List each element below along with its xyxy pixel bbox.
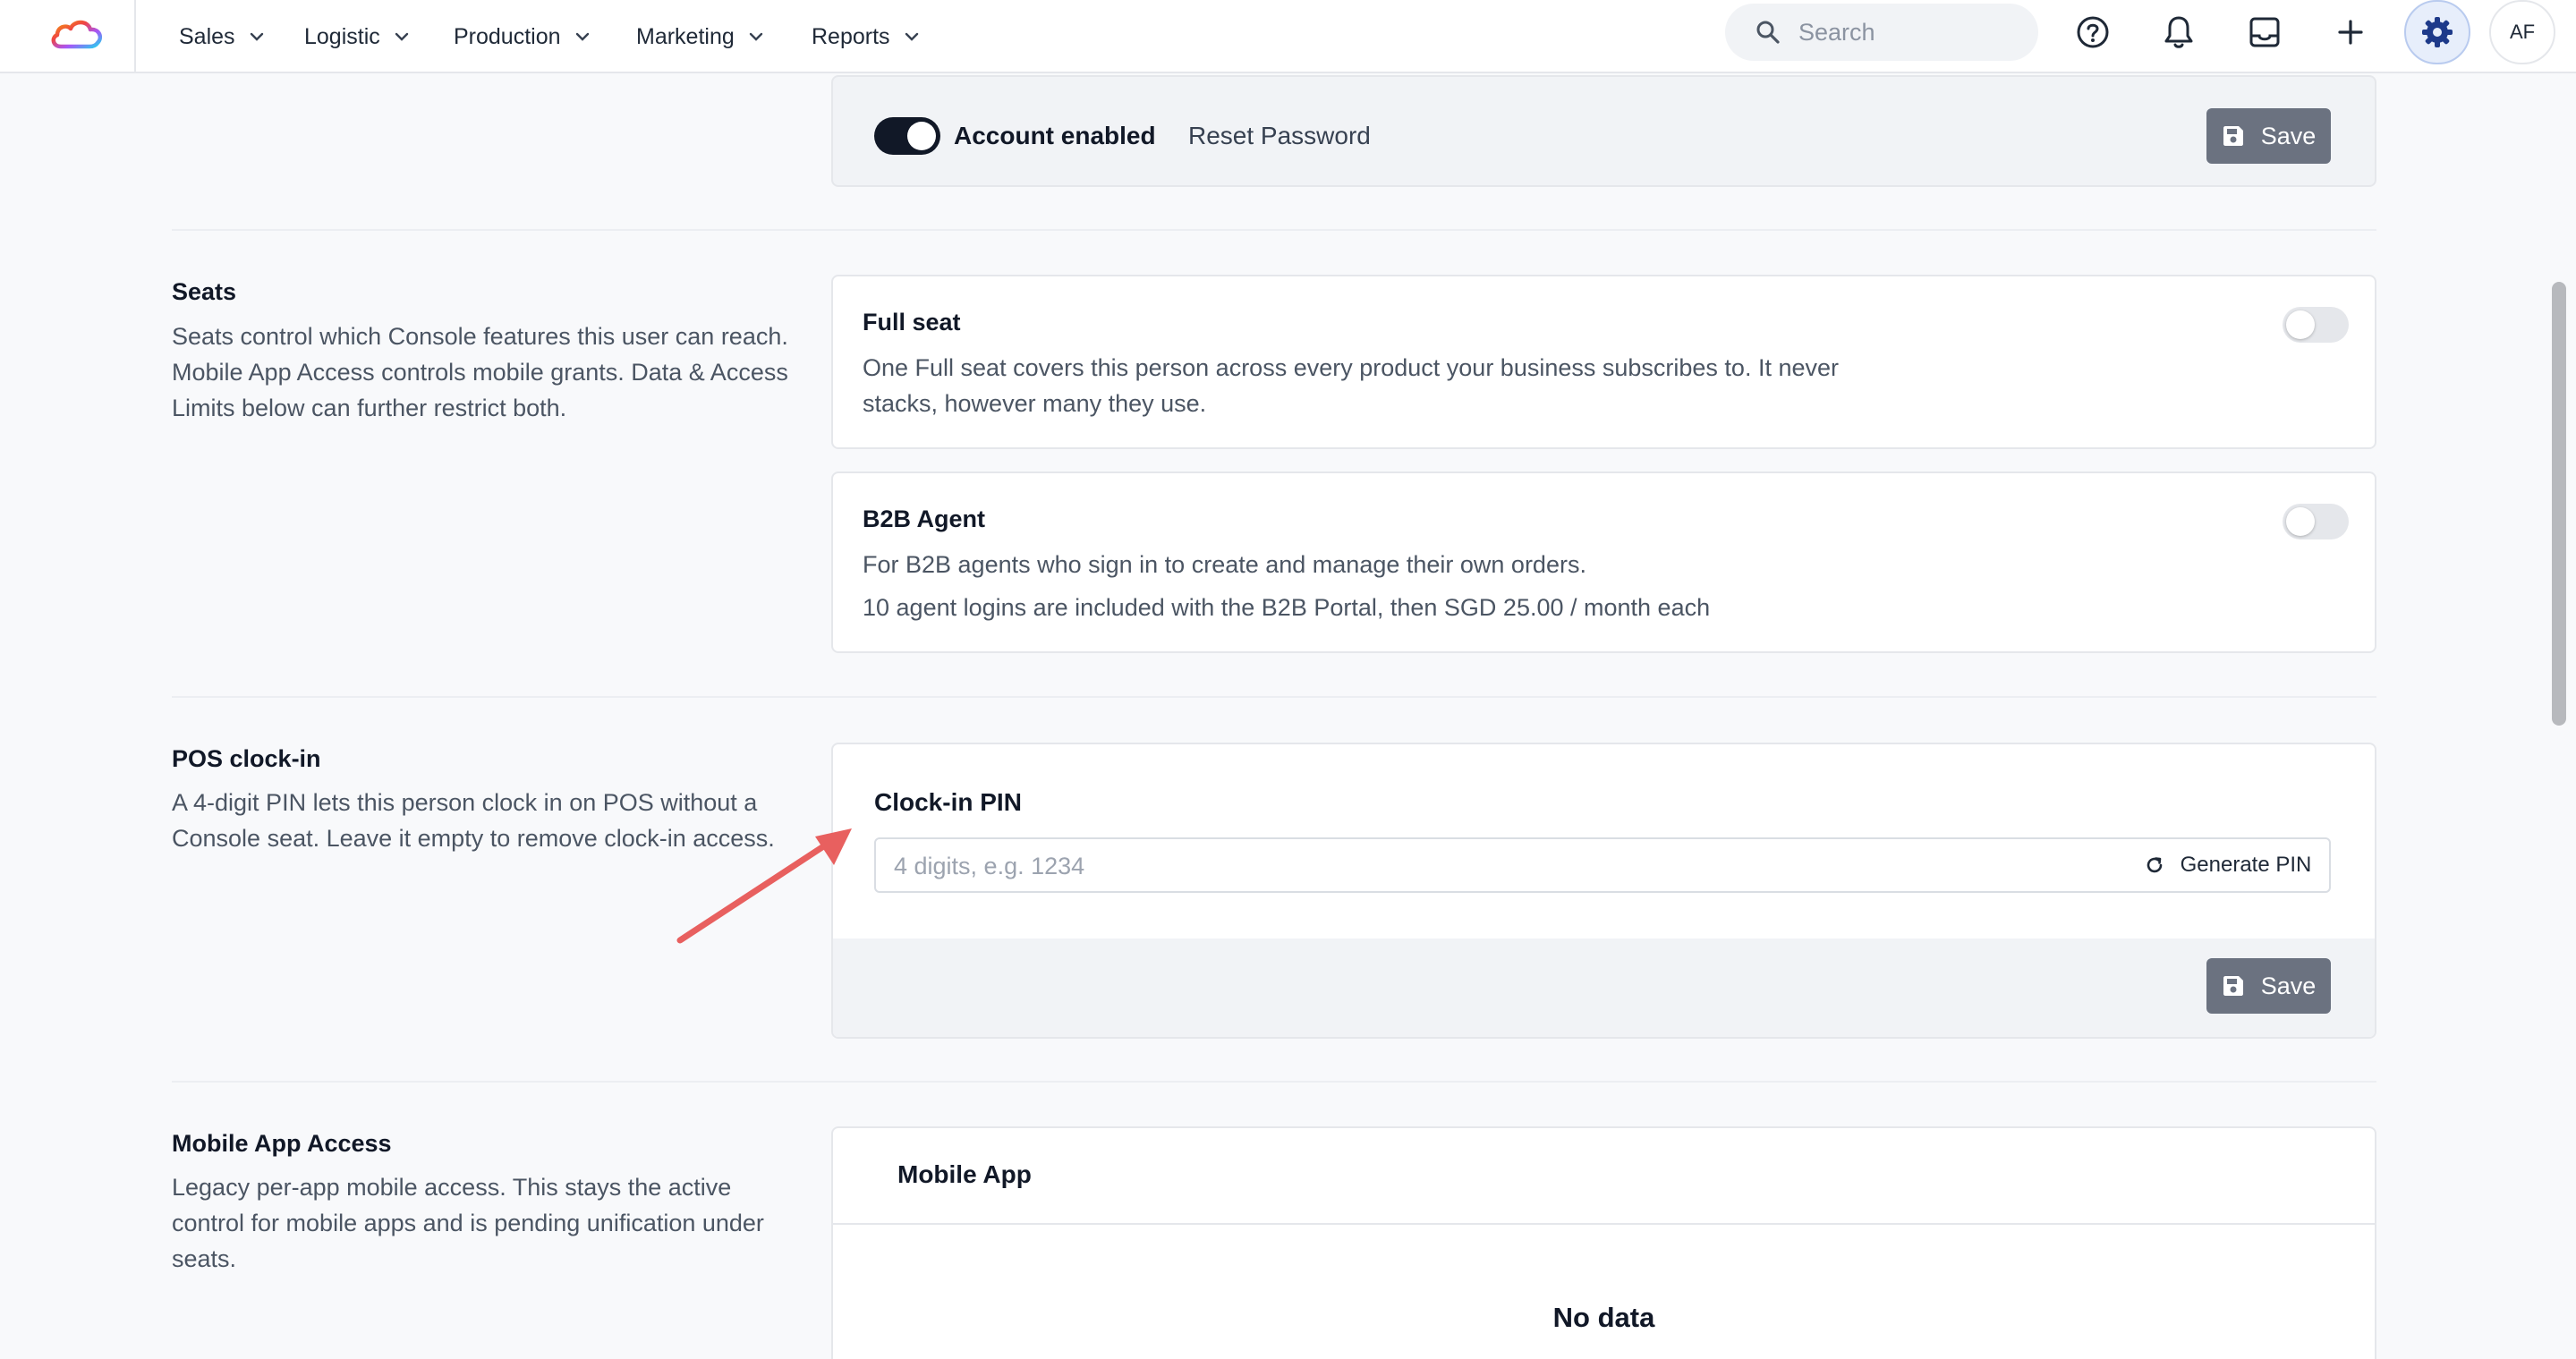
nav-marketing[interactable]: Marketing [636,0,763,73]
logo-cell[interactable] [0,0,136,73]
save-label: Save [2260,122,2317,149]
full-seat-toggle[interactable] [2283,307,2349,343]
full-seat-card: Full seat One Full seat covers this pers… [831,275,2376,449]
help-icon [2077,16,2109,48]
full-seat-description: One Full seat covers this person across … [863,354,1839,417]
top-navigation-bar: Sales Logistic Production Marketing Repo… [0,0,2576,73]
table-header-mobile-app: Mobile App [897,1160,1032,1188]
nav-logistic-label: Logistic [304,23,380,49]
nav-production-label: Production [454,23,561,49]
nav-logistic[interactable]: Logistic [304,0,409,73]
notifications-button[interactable] [2147,0,2211,64]
page-scrollbar[interactable] [2552,282,2566,726]
nav-sales-label: Sales [179,23,235,49]
table-header-row: Mobile App [833,1128,2375,1225]
account-save-button[interactable]: Save [2206,108,2331,164]
avatar[interactable]: AF [2489,0,2555,64]
annotation-arrow-icon [676,828,852,944]
mobile-section-description: Legacy per-app mobile access. This stays… [172,1174,764,1272]
card-footer [833,939,2375,1037]
search-box[interactable] [1725,4,2038,61]
section-divider [172,1081,2376,1083]
seats-section-title: Seats [172,278,237,305]
plus-icon [2338,20,2363,45]
mobile-app-table: Mobile App No data [831,1126,2376,1359]
b2b-agent-pricing: 10 agent logins are included with the B2… [863,594,1711,621]
section-divider [172,229,2376,231]
seats-section-description: Seats control which Console features thi… [172,323,788,421]
b2b-agent-toggle[interactable] [2283,504,2349,539]
add-button[interactable] [2318,0,2383,64]
nav-marketing-label: Marketing [636,23,735,49]
full-seat-title: Full seat [863,309,961,336]
empty-state-text: No data [1552,1302,1655,1333]
nav-reports[interactable]: Reports [812,0,919,73]
account-enabled-toggle[interactable] [874,117,940,155]
account-enabled-label: Account enabled [954,122,1156,149]
chevron-down-icon [250,32,264,41]
search-input[interactable] [1797,17,2015,47]
settings-button[interactable] [2404,0,2470,64]
pos-save-button[interactable]: Save [2206,958,2331,1014]
chevron-down-icon [575,32,590,41]
help-button[interactable] [2061,0,2125,64]
nav-reports-label: Reports [812,23,890,49]
avatar-initials: AF [2509,21,2536,43]
clockin-pin-label: Clock-in PIN [874,788,1022,816]
refresh-icon [2147,857,2162,873]
mobile-section-title: Mobile App Access [172,1130,392,1157]
inbox-icon [2249,17,2280,47]
search-icon [1756,21,1780,44]
clockin-pin-field[interactable]: Generate PIN [874,837,2331,893]
section-divider [172,696,2376,698]
b2b-agent-title: B2B Agent [863,505,986,532]
pos-section-title: POS clock-in [172,745,321,772]
save-icon [2223,976,2243,996]
nav-sales[interactable]: Sales [179,0,264,73]
nav-production[interactable]: Production [454,0,590,73]
gear-icon [2422,17,2453,47]
inbox-button[interactable] [2232,0,2297,64]
save-icon [2223,126,2243,146]
reset-password-link[interactable]: Reset Password [1188,118,1371,154]
generate-pin-label: Generate PIN [2180,853,2312,877]
generate-pin-button[interactable]: Generate PIN [2127,839,2329,891]
clockin-pin-input[interactable] [892,839,2059,893]
cloud-logo-icon [51,20,102,49]
save-label: Save [2260,972,2317,999]
b2b-agent-description: For B2B agents who sign in to create and… [863,551,1586,578]
chevron-down-icon [905,32,919,41]
chevron-down-icon [749,32,763,41]
b2b-agent-card: B2B Agent For B2B agents who sign in to … [831,471,2376,653]
chevron-down-icon [395,32,409,41]
bell-icon [2164,16,2193,48]
